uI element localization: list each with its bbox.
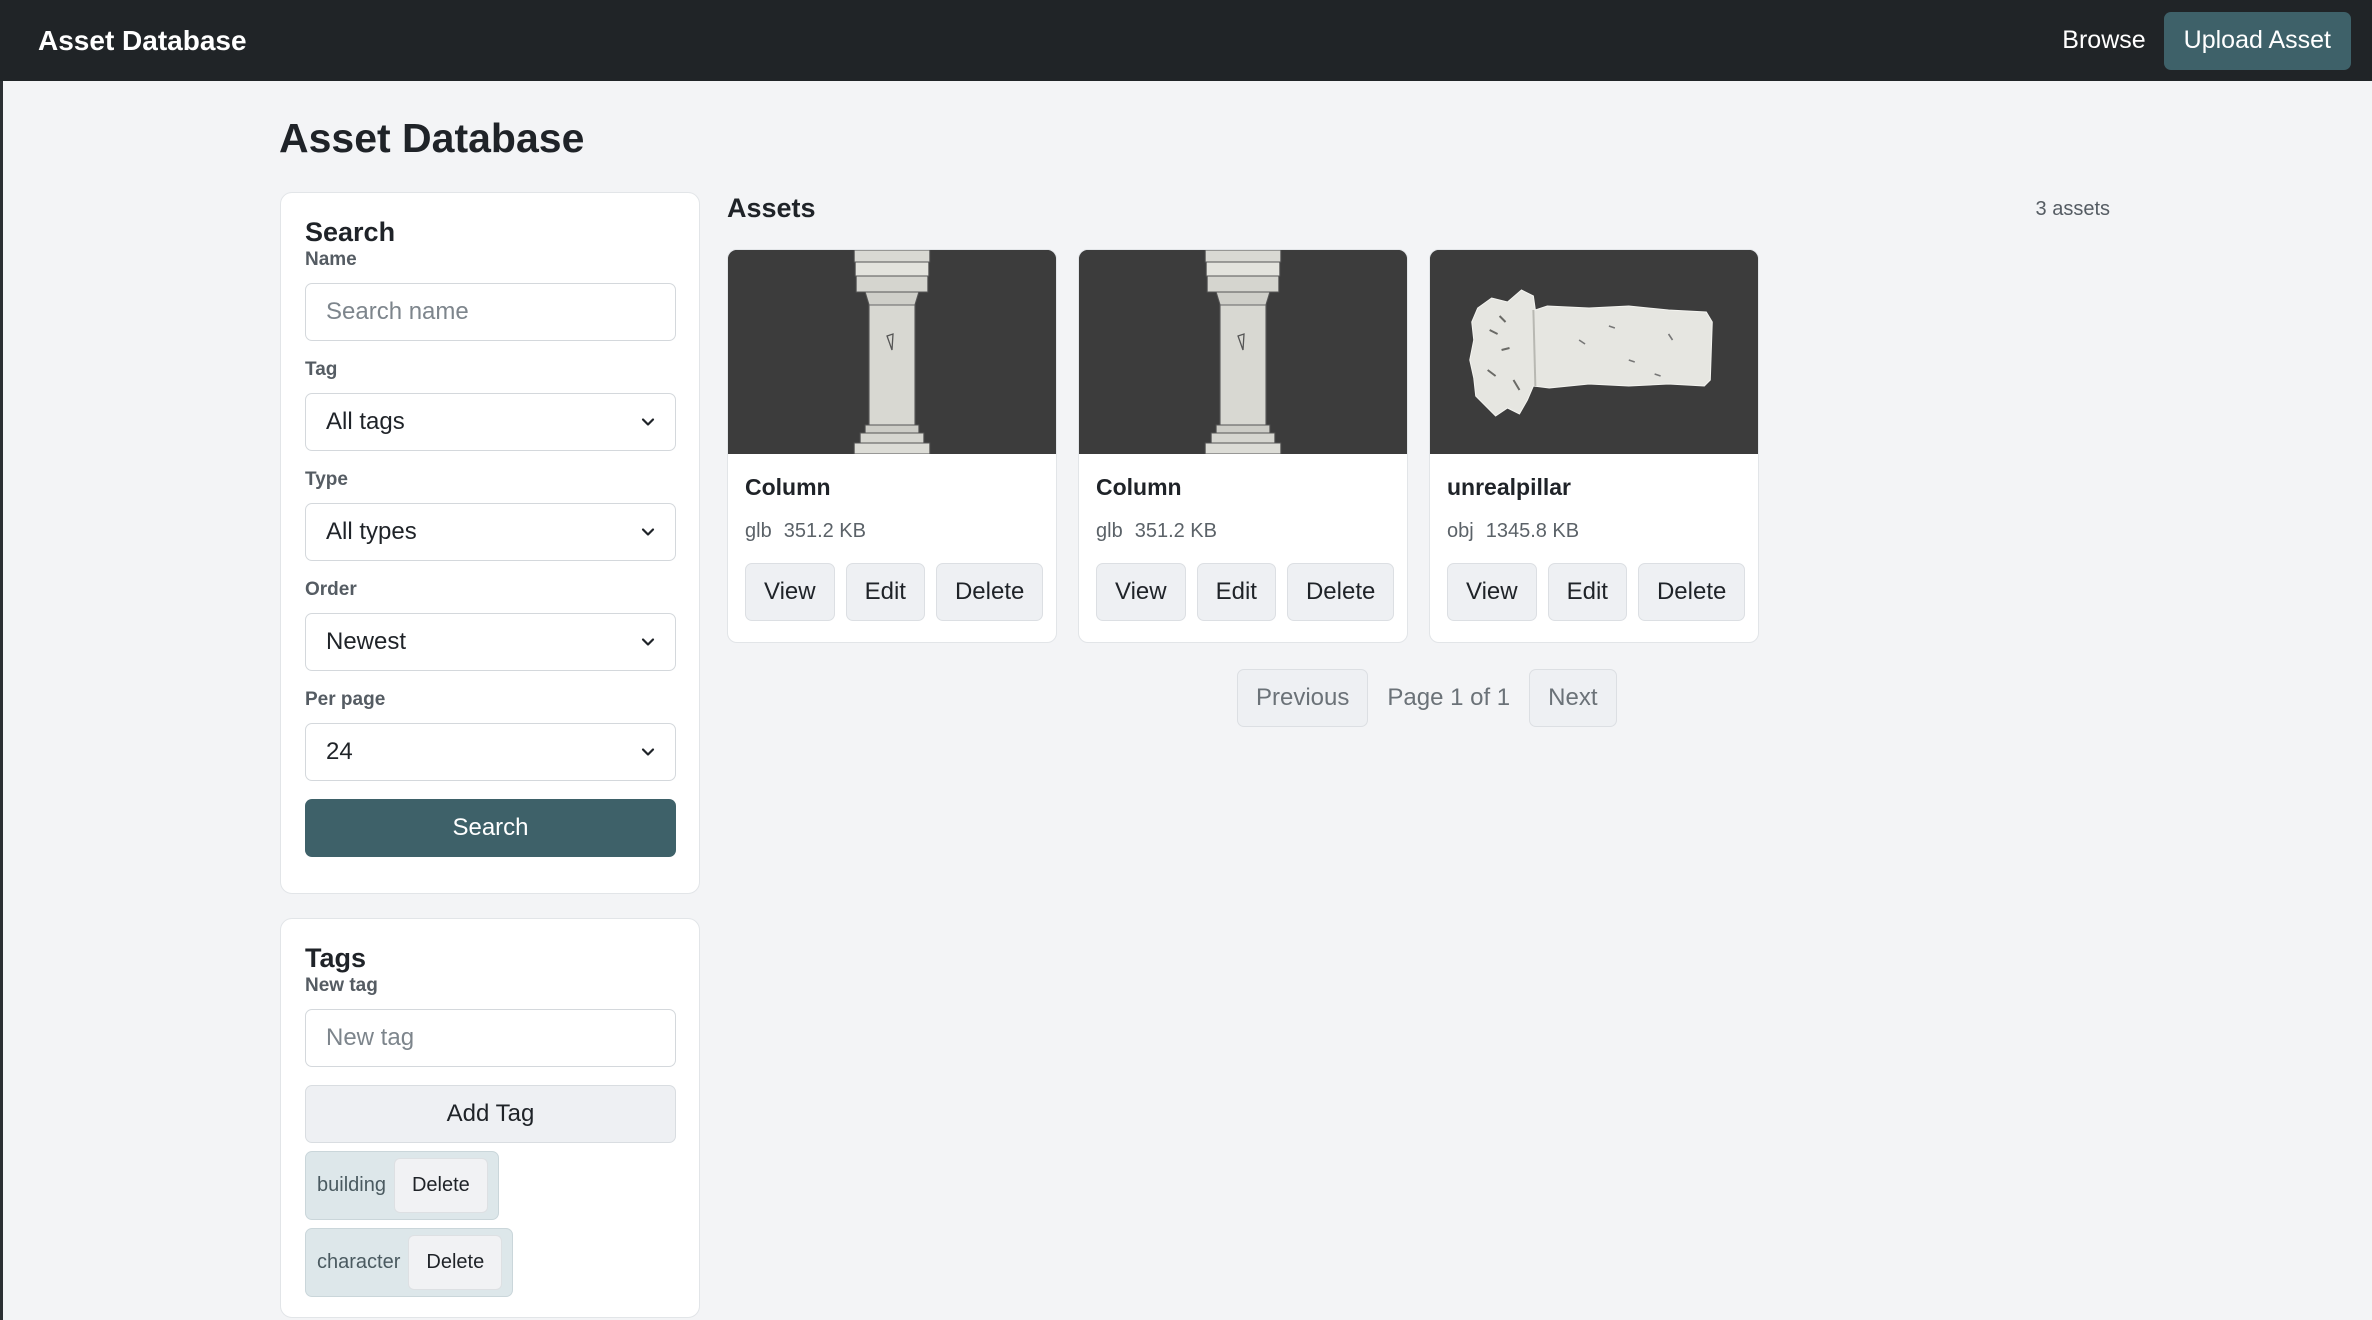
per-page-select[interactable]: 24 — [305, 723, 676, 781]
asset-size: 1345.8 KB — [1485, 520, 1580, 542]
tag-name: building — [317, 1174, 386, 1196]
search-heading: Search — [305, 217, 396, 247]
type-label: Type — [305, 469, 348, 490]
type-select[interactable]: All types — [305, 503, 676, 561]
tag-chip-building: building Delete — [305, 1151, 499, 1220]
column-model-thumbnail[interactable] — [728, 250, 1056, 454]
assets-count: 3 assets — [2035, 198, 2110, 220]
chevron-down-icon — [641, 528, 655, 536]
view-button[interactable]: View — [1447, 563, 1537, 621]
type-select-value: All types — [326, 518, 417, 545]
order-select[interactable]: Newest — [305, 613, 676, 671]
next-page-button[interactable]: Next — [1529, 669, 1617, 727]
new-tag-label: New tag — [305, 975, 378, 996]
asset-size: 351.2 KB — [1134, 520, 1217, 542]
search-name-input[interactable] — [305, 283, 676, 341]
tag-select[interactable]: All tags — [305, 393, 676, 451]
tag-label: Tag — [305, 359, 338, 380]
chevron-down-icon — [641, 418, 655, 426]
name-label: Name — [305, 249, 357, 270]
pillar-model-thumbnail[interactable] — [1430, 250, 1758, 454]
asset-meta: obj 1345.8 KB — [1447, 520, 1741, 543]
asset-format: glb — [745, 520, 772, 542]
asset-actions: View Edit Delete — [745, 563, 1044, 621]
asset-size: 351.2 KB — [783, 520, 866, 542]
pagination: Previous Page 1 of 1 Next — [1237, 669, 1617, 727]
window-edge — [0, 0, 3, 1320]
add-tag-button[interactable]: Add Tag — [305, 1085, 676, 1143]
top-navbar: Asset Database Browse Upload Asset — [0, 0, 2372, 81]
browse-link[interactable]: Browse — [2062, 26, 2145, 55]
asset-meta: glb 351.2 KB — [745, 520, 1039, 543]
asset-format: glb — [1096, 520, 1123, 542]
asset-name: Column — [745, 474, 831, 500]
delete-tag-button[interactable]: Delete — [393, 1158, 488, 1213]
edit-button[interactable]: Edit — [1547, 563, 1627, 621]
delete-button[interactable]: Delete — [935, 563, 1044, 621]
asset-meta: glb 351.2 KB — [1096, 520, 1390, 543]
asset-name: Column — [1096, 474, 1182, 500]
delete-button[interactable]: Delete — [1286, 563, 1395, 621]
brand-title[interactable]: Asset Database — [38, 25, 247, 57]
asset-card-body: unrealpillar obj 1345.8 KB View Edit Del… — [1430, 454, 1758, 621]
assets-heading: Assets — [727, 193, 816, 223]
new-tag-input[interactable] — [305, 1009, 676, 1067]
chevron-down-icon — [641, 748, 655, 756]
tag-row: character Delete — [305, 1228, 675, 1297]
view-button[interactable]: View — [745, 563, 835, 621]
asset-card-body: Column glb 351.2 KB View Edit Delete — [1079, 454, 1407, 621]
column-model-thumbnail[interactable] — [1079, 250, 1407, 454]
asset-card-body: Column glb 351.2 KB View Edit Delete — [728, 454, 1056, 621]
nav-links: Browse Upload Asset — [2062, 11, 2351, 70]
per-page-label: Per page — [305, 689, 386, 710]
asset-format: obj — [1447, 520, 1474, 542]
tags-panel: Tags New tag Add Tag building Delete cha… — [280, 918, 700, 1318]
asset-card: Column glb 351.2 KB View Edit Delete — [1078, 249, 1408, 643]
tag-name: character — [317, 1251, 401, 1273]
asset-actions: View Edit Delete — [1096, 563, 1395, 621]
edit-button[interactable]: Edit — [1196, 563, 1276, 621]
tag-row: building Delete — [305, 1151, 675, 1220]
asset-name: unrealpillar — [1447, 474, 1571, 500]
edit-button[interactable]: Edit — [845, 563, 925, 621]
view-button[interactable]: View — [1096, 563, 1186, 621]
tag-chip-character: character Delete — [305, 1228, 514, 1297]
per-page-select-value: 24 — [326, 738, 353, 765]
search-button[interactable]: Search — [305, 799, 676, 857]
asset-card: Column glb 351.2 KB View Edit Delete — [727, 249, 1057, 643]
search-panel: Search Name Tag All tags Type All types … — [280, 192, 700, 894]
order-label: Order — [305, 579, 357, 600]
asset-actions: View Edit Delete — [1447, 563, 1746, 621]
delete-tag-button[interactable]: Delete — [408, 1235, 503, 1290]
tags-heading: Tags — [305, 943, 367, 973]
asset-card: unrealpillar obj 1345.8 KB View Edit Del… — [1429, 249, 1759, 643]
page-title: Asset Database — [279, 115, 585, 161]
tag-select-value: All tags — [326, 408, 405, 435]
previous-page-button[interactable]: Previous — [1237, 669, 1369, 727]
page-indicator: Page 1 of 1 — [1387, 684, 1511, 711]
order-select-value: Newest — [326, 628, 407, 655]
upload-asset-button[interactable]: Upload Asset — [2163, 11, 2351, 70]
chevron-down-icon — [641, 638, 655, 646]
delete-button[interactable]: Delete — [1637, 563, 1746, 621]
